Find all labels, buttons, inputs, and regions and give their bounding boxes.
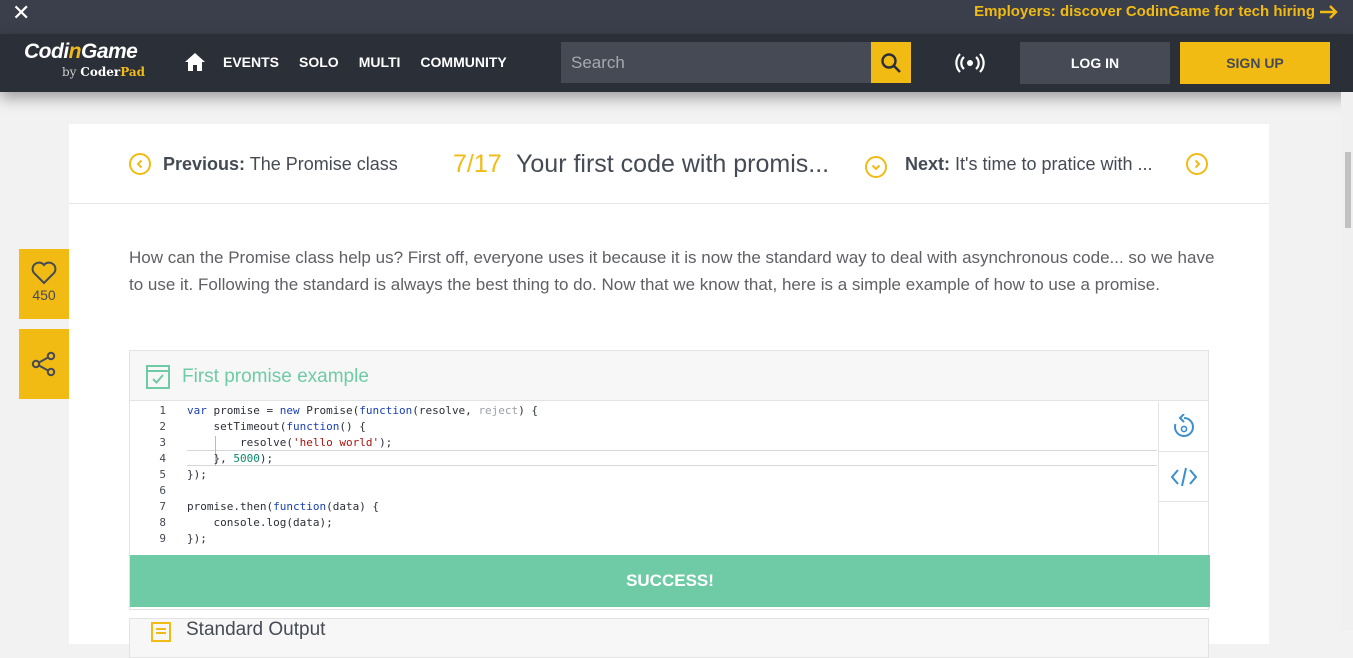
codingame-logo[interactable]: CodinGame by CoderPad — [24, 40, 145, 79]
nav-item-multi[interactable]: MULTI — [359, 54, 401, 70]
line-number: 3 — [159, 436, 166, 449]
next-lesson-link[interactable]: Next: It's time to pratice with ... — [905, 154, 1153, 175]
like-button[interactable]: 450 — [19, 249, 69, 319]
promo-label: Employers: discover CodinGame for tech h… — [974, 3, 1315, 20]
logo-text-prefix: Codi — [24, 40, 69, 63]
nav-item-events[interactable]: EVENTS — [223, 54, 279, 70]
code-line: resolve('hello world'); — [187, 436, 393, 449]
next-label: Next: — [905, 154, 951, 174]
search-input[interactable] — [561, 42, 871, 83]
signup-button[interactable]: SIGN UP — [1180, 42, 1330, 84]
code-line: }, 5000); — [187, 452, 274, 465]
lesson-title[interactable]: Your first code with promis... — [516, 150, 829, 179]
line-number: 2 — [159, 420, 166, 433]
code-line: promise.then(function(data) { — [187, 500, 380, 513]
code-line: var promise = new Promise(function(resol… — [187, 404, 539, 417]
standard-output-panel: Standard Output — [129, 618, 1209, 658]
reset-code-button[interactable] — [1159, 402, 1209, 452]
view-code-button[interactable] — [1159, 452, 1209, 502]
previous-lesson-link[interactable]: Previous: The Promise class — [163, 154, 398, 175]
top-banner: ✕ Employers: discover CodinGame for tech… — [0, 0, 1353, 34]
lesson-paragraph: How can the Promise class help us? First… — [129, 248, 1215, 294]
logo-pad: Pad — [120, 65, 146, 79]
code-editor[interactable]: 1 var promise = new Promise(function(reso… — [130, 402, 1157, 554]
chevron-left-icon[interactable] — [129, 153, 151, 175]
lesson-navigation: Previous: The Promise class 7/17 Your fi… — [69, 124, 1269, 204]
code-tools — [1158, 402, 1209, 554]
chevron-down-icon[interactable] — [865, 156, 887, 178]
logo-text-accent: n — [68, 40, 82, 63]
employers-promo-link[interactable]: Employers: discover CodinGame for tech h… — [974, 3, 1339, 20]
reset-icon — [1174, 413, 1194, 437]
nav-item-solo[interactable]: SOLO — [299, 54, 339, 70]
previous-label: Previous: — [163, 154, 246, 174]
standard-output-title: Standard Output — [186, 619, 326, 640]
line-number: 5 — [159, 468, 166, 481]
code-example-header: First promise example — [130, 351, 1208, 401]
line-number: 4 — [159, 452, 166, 465]
code-line: }); — [187, 532, 207, 545]
previous-title: The Promise class — [249, 154, 398, 174]
live-icon[interactable] — [955, 52, 985, 74]
logo-coder: Coder — [80, 65, 121, 79]
home-icon[interactable] — [184, 52, 206, 72]
share-icon — [31, 351, 56, 377]
code-example: First promise example 1 var promise = new… — [129, 350, 1210, 610]
line-number: 9 — [159, 532, 166, 545]
next-title: It's time to pratice with ... — [955, 154, 1153, 174]
code-icon — [1171, 467, 1197, 486]
checkbox-icon — [146, 365, 170, 389]
line-number: 7 — [159, 500, 166, 513]
like-count: 450 — [32, 287, 56, 303]
line-number: 1 — [159, 404, 166, 417]
heart-icon — [31, 261, 57, 285]
page-scrollbar-thumb[interactable] — [1345, 152, 1351, 228]
search-icon — [881, 52, 901, 73]
lesson-card: Previous: The Promise class 7/17 Your fi… — [69, 124, 1269, 658]
code-line: setTimeout(function() { — [187, 420, 366, 433]
nav-menu: EVENTS SOLO MULTI COMMUNITY — [223, 54, 507, 70]
share-button[interactable] — [19, 329, 69, 399]
chevron-right-icon[interactable] — [1186, 153, 1208, 175]
login-button[interactable]: LOG IN — [1020, 42, 1170, 84]
lesson-counter: 7/17 — [453, 150, 502, 178]
logo-by: by — [62, 65, 81, 79]
output-icon — [151, 622, 171, 642]
close-icon[interactable]: ✕ — [12, 2, 30, 24]
line-number: 8 — [159, 516, 166, 529]
code-line: }); — [187, 468, 207, 481]
success-banner: SUCCESS! — [130, 555, 1210, 607]
code-example-title: First promise example — [182, 366, 369, 387]
arrow-right-icon — [1320, 4, 1338, 19]
logo-text-suffix: Game — [80, 40, 138, 63]
code-line: console.log(data); — [187, 516, 333, 529]
main-nav: CodinGame by CoderPad EVENTS SOLO MULTI … — [0, 34, 1353, 92]
search-button[interactable] — [871, 42, 911, 83]
nav-item-community[interactable]: COMMUNITY — [420, 54, 506, 70]
line-number: 6 — [159, 484, 166, 497]
